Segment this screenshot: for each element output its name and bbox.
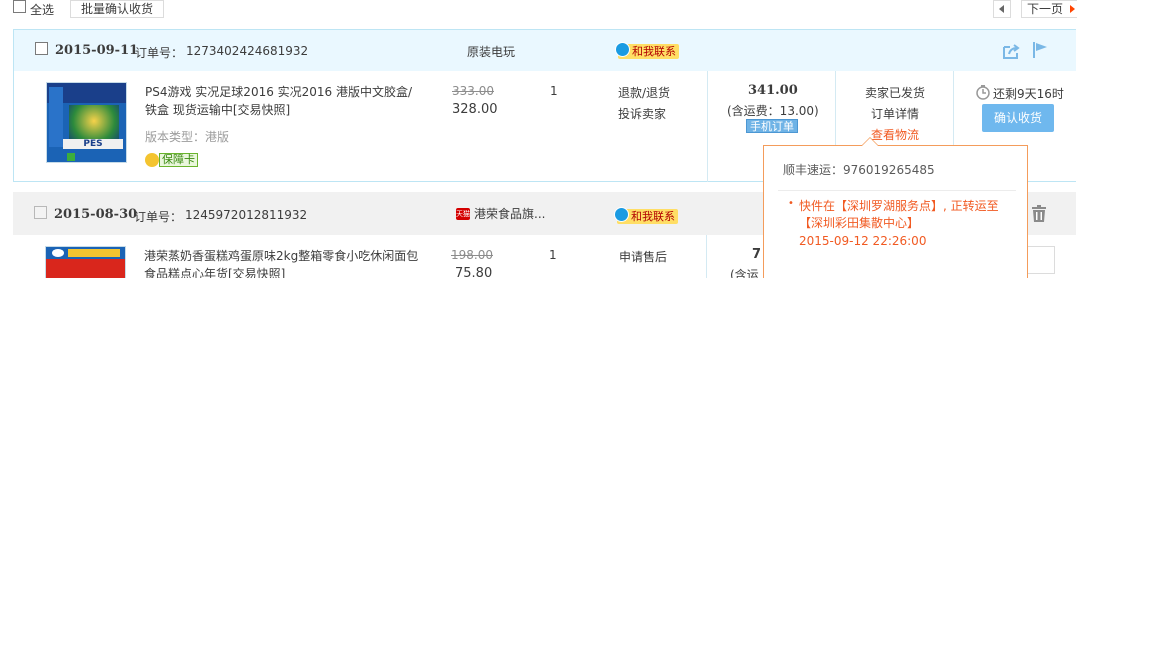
next-arrow-icon bbox=[1070, 5, 1075, 13]
shop-name-link[interactable]: 原装电玩 bbox=[467, 43, 515, 60]
order-detail-link[interactable]: 订单详情 bbox=[871, 105, 919, 122]
logistics-popup: 顺丰速运：976019265485 • 快件在【深圳罗湖服务点】, 正转运至【深… bbox=[763, 137, 1028, 285]
complain-seller-link[interactable]: 投诉卖家 bbox=[618, 105, 666, 122]
shipping-fee: (含运费：13.00) bbox=[727, 104, 819, 118]
remaining-time: 还剩9天16时 bbox=[993, 87, 1064, 101]
guarantee-icon bbox=[145, 152, 159, 167]
order-date: 2015-08-30 bbox=[54, 207, 138, 222]
apply-after-sale-link[interactable]: 申请售后 bbox=[619, 248, 667, 265]
contact-seller-button[interactable]: 和我联系 bbox=[614, 207, 678, 224]
order-checkbox[interactable] bbox=[35, 42, 48, 55]
original-price: 333.00 bbox=[452, 84, 494, 98]
original-price: 198.00 bbox=[451, 248, 493, 262]
share-icon[interactable] bbox=[1002, 43, 1020, 59]
column-divider bbox=[707, 71, 708, 182]
contact-label: 和我联系 bbox=[631, 210, 675, 223]
quantity: 1 bbox=[550, 84, 558, 98]
wangwang-icon bbox=[615, 42, 630, 57]
order-total: 7 bbox=[752, 247, 762, 262]
guarantee-badge[interactable]: 保障卡 bbox=[145, 152, 198, 167]
unit-price: 328.00 bbox=[452, 102, 498, 117]
tracking-time: 2015-09-12 22:26:00 bbox=[799, 234, 927, 248]
trash-icon[interactable] bbox=[1031, 205, 1047, 223]
order-total: 341.00 bbox=[748, 83, 798, 98]
product-variant: 版本类型：港版 bbox=[145, 130, 230, 144]
clock-icon bbox=[976, 85, 990, 100]
next-page-label: 下一页 bbox=[1027, 2, 1064, 16]
select-all-label: 全选 bbox=[30, 3, 55, 17]
contact-seller-button[interactable]: 和我联系 bbox=[615, 42, 679, 59]
order-status: 卖家已发货 bbox=[865, 86, 926, 100]
flag-icon[interactable] bbox=[1032, 41, 1048, 59]
order-number: 1245972012811932 bbox=[185, 208, 308, 222]
batch-confirm-button[interactable]: 批量确认收货 bbox=[70, 0, 164, 18]
order-checkbox[interactable] bbox=[34, 206, 47, 219]
shop-name-link[interactable]: 港荣食品旗... bbox=[474, 205, 545, 222]
product-thumbnail[interactable]: PES bbox=[46, 82, 127, 163]
select-all-checkbox[interactable] bbox=[13, 0, 26, 13]
unit-price: 75.80 bbox=[455, 266, 493, 278]
order-date: 2015-09-11 bbox=[55, 43, 139, 58]
quantity: 1 bbox=[549, 248, 557, 262]
order-header: 2015-09-11 订单号： 1273402424681932 原装电玩 和我… bbox=[14, 30, 1076, 71]
order-number-label: 订单号： bbox=[135, 46, 184, 60]
action-button-edge[interactable] bbox=[1027, 246, 1055, 274]
shipping-fee: (含运 bbox=[730, 268, 759, 278]
order-number-label: 订单号： bbox=[134, 210, 183, 224]
product-thumbnail[interactable] bbox=[45, 246, 126, 278]
prev-page-button[interactable] bbox=[993, 0, 1011, 18]
refund-return-link[interactable]: 退款/退货 bbox=[618, 84, 670, 101]
blank-area bbox=[0, 278, 1152, 648]
tmall-icon: 天猫 bbox=[456, 208, 470, 220]
wangwang-icon bbox=[614, 207, 629, 222]
thumbnail-side-text bbox=[49, 87, 63, 147]
popup-arrow bbox=[861, 137, 879, 146]
contact-label: 和我联系 bbox=[632, 45, 676, 58]
next-page-button[interactable]: 下一页 bbox=[1021, 0, 1077, 18]
mobile-order-badge: 手机订单 bbox=[746, 119, 798, 133]
product-title-link[interactable]: PS4游戏 实况足球2016 实况2016 港版中文胶盒/铁盒 现货运输中[交易… bbox=[145, 83, 423, 119]
carrier-tracking-number: 顺丰速运：976019265485 bbox=[783, 163, 935, 177]
column-divider bbox=[706, 235, 707, 278]
order-number: 1273402424681932 bbox=[186, 44, 309, 58]
popup-divider bbox=[778, 190, 1016, 191]
bullet-icon: • bbox=[788, 198, 794, 209]
confirm-receipt-button[interactable]: 确认收货 bbox=[982, 104, 1054, 132]
tracking-event: 快件在【深圳罗湖服务点】, 正转运至【深圳彩田集散中心】 bbox=[799, 199, 999, 230]
product-title-link[interactable]: 港荣蒸奶香蛋糕鸡蛋原味2kg整箱零食小吃休闲面包食品糕点心年货[交易快照] bbox=[144, 247, 422, 278]
